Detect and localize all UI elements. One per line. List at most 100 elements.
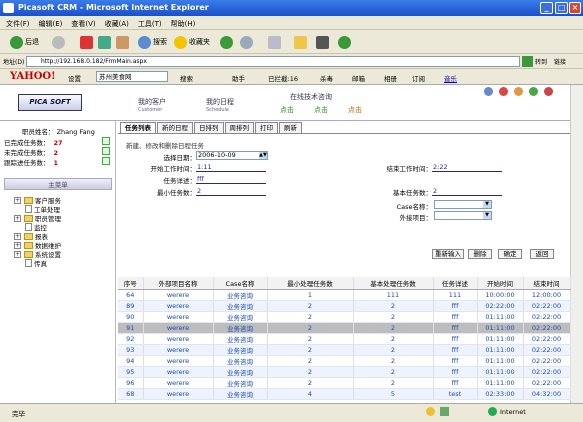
mail-button[interactable]: [240, 35, 253, 49]
table-cell: werere: [143, 289, 214, 301]
yahoo-album[interactable]: 相册: [384, 73, 397, 83]
favorites-button[interactable]: 收藏夹: [174, 35, 210, 49]
confirm-button[interactable]: 确定: [498, 249, 522, 259]
stat-incomplete: 未完成任务数： 2: [4, 149, 59, 157]
table-row[interactable]: 93 werere 业务咨询 2 2 fff 01:11:00 02:22:00: [118, 344, 571, 356]
table-row[interactable]: 64 werere 业务咨询 1 111 111 10:00:00 12:00:00: [118, 289, 571, 301]
table-row[interactable]: 90 werere 业务咨询 2 2 fff 01:11:00 02:22:00: [118, 311, 571, 323]
nav-my-customers[interactable]: 我的客户 Customer: [138, 97, 166, 113]
column-header[interactable]: 结束时间: [523, 277, 571, 290]
expand-icon[interactable]: +: [14, 214, 21, 222]
table-cell: 01:11:00: [477, 322, 524, 334]
minimize-button[interactable]: _: [540, 2, 553, 14]
address-bar: 地址(D) http://192.168.0.182/FrmMain.aspx …: [0, 54, 583, 69]
column-header[interactable]: 任务详述: [433, 277, 478, 290]
yahoo-helper[interactable]: 助手: [232, 73, 245, 83]
tab-2[interactable]: 日排列: [194, 122, 224, 133]
table-row[interactable]: 94 werere 业务咨询 2 2 fff 01:11:00 02:22:00: [118, 355, 571, 367]
menu-item-5[interactable]: 帮助(H): [171, 20, 196, 28]
yahoo-settings[interactable]: 设置: [68, 73, 81, 83]
table-row[interactable]: 89 werere 业务咨询 2 2 fff 02:22:00 02:22:00: [118, 300, 571, 312]
back-button[interactable]: 后退: [10, 35, 39, 49]
edit-button[interactable]: [294, 35, 307, 49]
case-select[interactable]: ▼: [434, 200, 492, 209]
expand-icon[interactable]: +: [14, 196, 21, 204]
yahoo-blocked[interactable]: 已拦截:16: [268, 73, 298, 83]
column-header[interactable]: 序号: [118, 277, 144, 290]
expand-icon[interactable]: +: [14, 241, 21, 249]
menu-item-1[interactable]: 编辑(E): [39, 20, 63, 28]
table-cell: 2: [353, 311, 434, 323]
links-button[interactable]: 链接: [554, 57, 566, 66]
expand-icon[interactable]: +: [14, 232, 21, 240]
column-header[interactable]: 最小处理任务数: [267, 277, 354, 290]
tab-3[interactable]: 周排列: [224, 122, 254, 133]
folder-icon: [24, 250, 33, 258]
stat-tracking-icon[interactable]: [102, 157, 110, 165]
table-cell: 04:32:00: [523, 388, 571, 400]
tab-1[interactable]: 新的日程: [157, 122, 193, 133]
table-row[interactable]: 68 werere 业务咨询 4 5 test 02:33:00 04:32:00: [118, 388, 571, 400]
yahoo-search-input[interactable]: 苏州美食网: [96, 71, 168, 82]
support-click-3[interactable]: 点击: [348, 105, 362, 115]
stat-completed-icon[interactable]: [102, 137, 110, 145]
yahoo-antivirus[interactable]: 杀毒: [320, 73, 333, 83]
table-row[interactable]: 96 werere 业务咨询 2 2 fff 01:11:00 02:22:00: [118, 377, 571, 389]
maximize-button[interactable]: □: [555, 2, 568, 14]
go-button[interactable]: 转到: [535, 57, 547, 66]
menu-item-0[interactable]: 文件(F): [6, 20, 30, 28]
forward-button[interactable]: [52, 35, 65, 49]
support-click-1[interactable]: 点击: [280, 105, 294, 115]
column-header[interactable]: Case名称: [213, 277, 268, 290]
home-icon[interactable]: [499, 87, 508, 96]
table-row[interactable]: 92 werere 业务咨询 2 2 fff 01:11:00 02:22:00: [118, 333, 571, 345]
table-row[interactable]: 95 werere 业务咨询 2 2 fff 01:11:00 02:22:00: [118, 366, 571, 378]
address-input[interactable]: http://192.168.0.182/FrmMain.aspx: [26, 56, 520, 67]
print-button[interactable]: [268, 35, 281, 49]
nav-my-schedule[interactable]: 我的日程 Schedule: [206, 97, 234, 113]
media-button[interactable]: [220, 35, 233, 49]
document-icon: [25, 223, 32, 231]
search-button[interactable]: 搜索: [138, 35, 167, 49]
start-time-field[interactable]: 1:11: [196, 163, 266, 172]
end-time-field[interactable]: 2:22: [432, 163, 502, 172]
discuss-button[interactable]: [316, 35, 329, 49]
column-header[interactable]: 外部项目名称: [143, 277, 214, 290]
stat-incomplete-icon[interactable]: [102, 147, 110, 155]
expand-icon[interactable]: +: [14, 250, 21, 258]
menu-item-3[interactable]: 收藏(A): [105, 20, 129, 28]
menu-item-4[interactable]: 工具(T): [138, 20, 162, 28]
reset-button[interactable]: 重新输入: [432, 249, 464, 259]
min-task-field[interactable]: 2: [196, 187, 266, 196]
base-task-field[interactable]: 2: [432, 187, 502, 196]
tab-5[interactable]: 刷新: [279, 122, 302, 133]
delete-button[interactable]: 删除: [468, 249, 492, 259]
messenger-button[interactable]: [338, 35, 351, 49]
date-spinner-icon[interactable]: ▲▼: [259, 152, 267, 159]
stop-button[interactable]: [80, 35, 93, 49]
refresh-icon[interactable]: [529, 87, 538, 96]
table-row[interactable]: 91 werere 业务咨询 2 2 fff 01:11:00 02:22:00: [118, 322, 571, 334]
tab-0[interactable]: 任务列表: [120, 122, 156, 133]
menu-tree-item[interactable]: 传真: [14, 258, 47, 268]
external-project-select[interactable]: ▼: [434, 211, 492, 220]
yahoo-search-button[interactable]: 搜索: [180, 73, 193, 83]
help-icon[interactable]: [484, 87, 493, 96]
yahoo-rss[interactable]: 订阅: [412, 73, 425, 83]
detail-field[interactable]: fff: [196, 175, 266, 184]
lock-icon[interactable]: [514, 87, 523, 96]
vertical-scrollbar[interactable]: [570, 85, 583, 403]
column-header[interactable]: 开始时间: [477, 277, 524, 290]
refresh-button[interactable]: [98, 35, 111, 49]
exit-icon[interactable]: [544, 87, 553, 96]
date-picker[interactable]: 2006-10-09 ▲▼: [196, 151, 268, 160]
close-button[interactable]: ×: [569, 2, 581, 14]
menu-item-2[interactable]: 查看(V): [71, 20, 95, 28]
yahoo-mail[interactable]: 邮箱: [352, 73, 365, 83]
support-click-2[interactable]: 点击: [314, 105, 328, 115]
back-button[interactable]: 返回: [530, 249, 554, 259]
yahoo-music[interactable]: 音乐: [444, 73, 457, 83]
home-button[interactable]: [116, 35, 129, 49]
tab-4[interactable]: 打印: [255, 122, 278, 133]
column-header[interactable]: 基本处理任务数: [353, 277, 434, 290]
